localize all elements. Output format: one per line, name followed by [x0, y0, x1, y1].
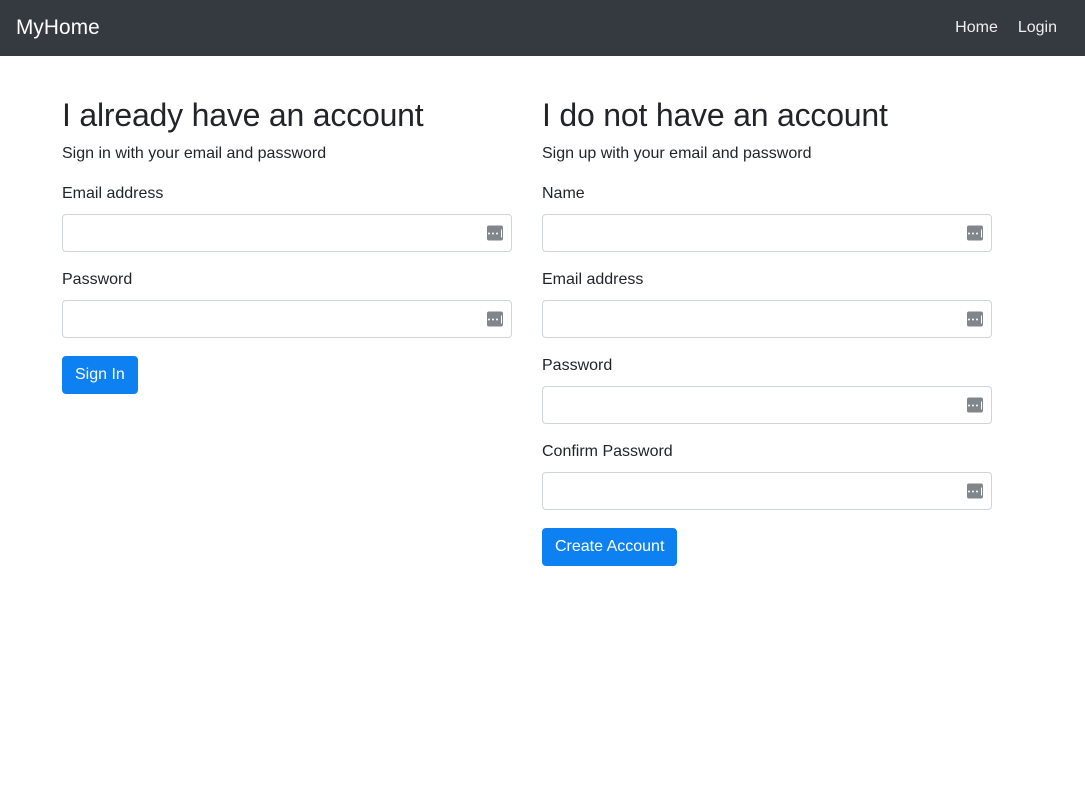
sign-in-button[interactable]: Sign In — [62, 356, 138, 395]
dot-icon — [491, 318, 495, 321]
signup-email-input[interactable] — [542, 300, 992, 339]
signup-password-label: Password — [542, 357, 613, 375]
signup-confirm-password-group: Confirm Password — [542, 440, 992, 511]
navbar-links: Home Login — [955, 19, 1069, 37]
forms-row: I already have an account Sign in with y… — [62, 96, 1023, 567]
signup-subtitle: Sign up with your email and password — [542, 145, 812, 163]
caret-bar-icon — [980, 315, 983, 324]
create-account-button[interactable]: Create Account — [542, 528, 678, 567]
caret-bar-icon — [500, 315, 503, 324]
navbar-brand[interactable]: MyHome — [16, 17, 100, 39]
dot-icon — [967, 232, 971, 235]
signin-email-input[interactable] — [62, 214, 512, 253]
dot-icon — [495, 232, 499, 235]
signup-confirm-password-wrap — [542, 472, 992, 511]
dot-icon — [975, 490, 979, 493]
caret-bar-icon — [980, 401, 983, 410]
dot-icon — [971, 232, 975, 235]
dot-icon — [975, 318, 979, 321]
dot-icon — [495, 318, 499, 321]
signin-password-group: Password — [62, 268, 512, 339]
signin-column: I already have an account Sign in with y… — [62, 96, 512, 566]
autofill-dots-icon[interactable] — [487, 225, 503, 241]
signup-name-group: Name — [542, 182, 992, 253]
signin-email-label: Email address — [62, 185, 164, 203]
autofill-dots-icon[interactable] — [967, 311, 983, 327]
signin-password-input[interactable] — [62, 300, 512, 339]
dot-icon — [967, 490, 971, 493]
autofill-dots-icon[interactable] — [487, 311, 503, 327]
caret-bar-icon — [980, 229, 983, 238]
nav-link-home[interactable]: Home — [955, 19, 998, 37]
dot-icon — [967, 318, 971, 321]
signup-password-group: Password — [542, 354, 992, 425]
signin-email-wrap — [62, 214, 512, 253]
nav-link-login[interactable]: Login — [1018, 19, 1057, 37]
page-container: I already have an account Sign in with y… — [0, 56, 1085, 567]
signin-email-group: Email address — [62, 182, 512, 253]
dot-icon — [487, 318, 491, 321]
caret-bar-icon — [980, 487, 983, 496]
autofill-dots-icon[interactable] — [967, 397, 983, 413]
dot-icon — [971, 404, 975, 407]
signup-confirm-password-input[interactable] — [542, 472, 992, 511]
signup-name-wrap — [542, 214, 992, 253]
signup-name-label: Name — [542, 185, 585, 203]
autofill-dots-icon[interactable] — [967, 483, 983, 499]
dot-icon — [975, 232, 979, 235]
autofill-dots-icon[interactable] — [967, 225, 983, 241]
signup-password-input[interactable] — [542, 386, 992, 425]
dot-icon — [487, 232, 491, 235]
signin-password-label: Password — [62, 271, 133, 289]
dot-icon — [971, 490, 975, 493]
signup-email-label: Email address — [542, 271, 644, 289]
top-navbar: MyHome Home Login — [0, 0, 1085, 56]
signin-subtitle: Sign in with your email and password — [62, 145, 327, 163]
signup-name-input[interactable] — [542, 214, 992, 253]
dot-icon — [491, 232, 495, 235]
dot-icon — [971, 318, 975, 321]
signup-email-wrap — [542, 300, 992, 339]
signup-title: I do not have an account — [542, 97, 888, 133]
signup-password-wrap — [542, 386, 992, 425]
signup-email-group: Email address — [542, 268, 992, 339]
signin-title: I already have an account — [62, 97, 424, 133]
caret-bar-icon — [500, 229, 503, 238]
dot-icon — [967, 404, 971, 407]
signup-confirm-password-label: Confirm Password — [542, 443, 673, 461]
dot-icon — [975, 404, 979, 407]
signup-column: I do not have an account Sign up with yo… — [542, 96, 992, 567]
signin-password-wrap — [62, 300, 512, 339]
